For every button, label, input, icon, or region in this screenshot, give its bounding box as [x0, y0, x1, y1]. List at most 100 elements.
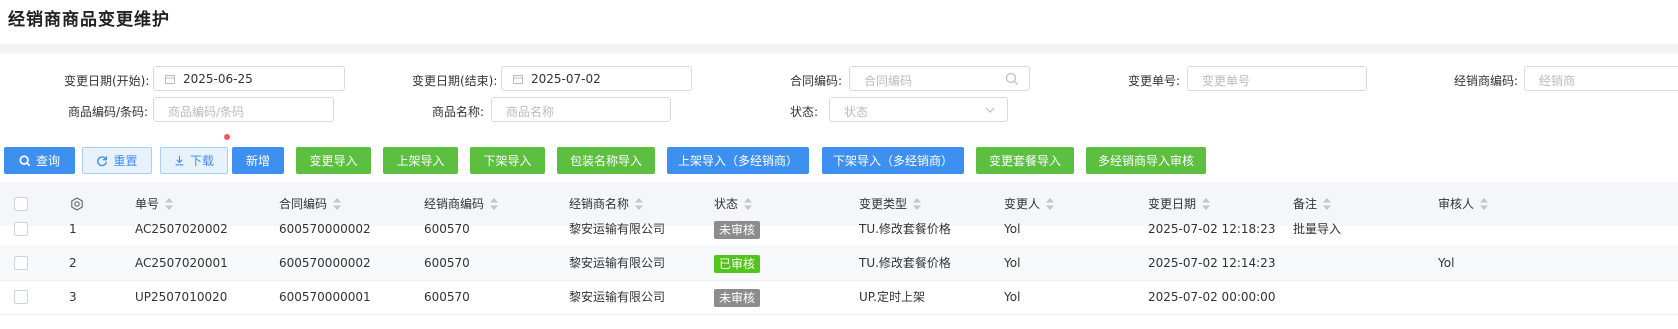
- status-select[interactable]: 状态: [829, 97, 1008, 122]
- contract-code-label: 合同编码:: [790, 74, 843, 88]
- status-placeholder: 状态: [844, 105, 869, 119]
- status-badge: 已审核: [714, 254, 761, 273]
- change-no-label: 变更单号:: [1128, 74, 1181, 88]
- status-label: 状态:: [790, 105, 819, 119]
- calendar-icon: [513, 75, 523, 84]
- settings-icon[interactable]: [70, 197, 84, 211]
- sort-icon[interactable]: [913, 197, 922, 210]
- search-icon[interactable]: [1005, 72, 1019, 86]
- change-no-input[interactable]: 变更单号: [1187, 66, 1367, 91]
- package-name-import-label: 包装名称导入: [569, 154, 642, 168]
- cell-dealer-code: 600570: [424, 222, 470, 236]
- sort-icon[interactable]: [490, 197, 499, 210]
- download-icon: [175, 155, 184, 166]
- product-code-input[interactable]: 商品编码/条码: [153, 97, 334, 122]
- change-import-button[interactable]: 变更导入: [296, 147, 371, 174]
- contract-code-placeholder: 合同编码: [864, 74, 913, 88]
- end-date-value: 2025-07-02: [531, 72, 601, 86]
- sort-icon[interactable]: [1046, 197, 1055, 210]
- query-label: 查询: [35, 154, 60, 168]
- cell-status: 未审核: [714, 211, 761, 247]
- start-date-input[interactable]: 2025-06-25: [153, 66, 345, 91]
- col-header-dealer-name-label: 经销商名称: [569, 197, 630, 211]
- col-header-remark-label: 备注: [1293, 197, 1318, 211]
- package-name-import-button[interactable]: 包装名称导入: [557, 147, 655, 174]
- shelf-on-import-button[interactable]: 上架导入: [383, 147, 458, 174]
- select-all-checkbox[interactable]: [14, 197, 28, 211]
- col-header-dealer-code-label: 经销商编码: [424, 197, 485, 211]
- cell-remark: 批量导入: [1293, 222, 1342, 236]
- dealer-code-input[interactable]: 经销商: [1524, 66, 1678, 91]
- cell-no: AC2507020001: [135, 256, 228, 270]
- cell-contract: 600570000001: [279, 290, 371, 304]
- end-date-input[interactable]: 2025-07-02: [501, 66, 692, 91]
- shelf-off-import-button[interactable]: 下架导入: [470, 147, 545, 174]
- table-row[interactable]: 3 UP2507010020 600570000001 600570 黎安运输有…: [0, 279, 1678, 315]
- refresh-icon: [97, 155, 108, 166]
- sort-icon[interactable]: [635, 197, 644, 210]
- contract-code-input[interactable]: 合同编码: [849, 66, 1030, 91]
- dealer-code-placeholder: 经销商: [1539, 74, 1576, 88]
- add-label: 新增: [245, 154, 270, 168]
- sort-icon[interactable]: [333, 197, 342, 210]
- cell-dealer-name: 黎安运输有限公司: [569, 290, 666, 304]
- change-package-import-button[interactable]: 变更套餐导入: [976, 147, 1074, 174]
- reset-button[interactable]: 重置: [82, 147, 152, 174]
- add-button[interactable]: 新增: [232, 147, 284, 174]
- col-header-change-date-label: 变更日期: [1148, 197, 1197, 211]
- cell-contract: 600570000002: [279, 222, 371, 236]
- shelf-off-multi-import-button[interactable]: 下架导入（多经销商）: [822, 147, 964, 174]
- cell-status: 已审核: [714, 245, 761, 281]
- sort-icon[interactable]: [744, 197, 753, 210]
- product-name-label: 商品名称:: [432, 105, 485, 119]
- cell-contract: 600570000002: [279, 256, 371, 270]
- col-header-reviewer-label: 审核人: [1438, 197, 1475, 211]
- change-import-label: 变更导入: [309, 154, 358, 168]
- cell-changer: Yol: [1004, 222, 1021, 236]
- calendar-icon: [165, 75, 175, 84]
- table-row[interactable]: 1 AC2507020002 600570000002 600570 黎安运输有…: [0, 211, 1678, 247]
- cell-change-type: TU.修改套餐价格: [859, 256, 951, 270]
- table-row[interactable]: 2 AC2507020001 600570000002 600570 黎安运输有…: [0, 245, 1678, 281]
- product-code-placeholder: 商品编码/条码: [168, 105, 245, 119]
- multi-dealer-import-review-button[interactable]: 多经销商导入审核: [1086, 147, 1206, 174]
- sort-icon[interactable]: [1480, 197, 1489, 210]
- divider-band: [0, 44, 1678, 53]
- row-checkbox[interactable]: [14, 290, 28, 304]
- status-badge: 未审核: [714, 288, 761, 307]
- cell-dealer-code: 600570: [424, 290, 470, 304]
- search-icon: [19, 154, 31, 166]
- col-header-no-label: 单号: [135, 197, 160, 211]
- status-badge: 未审核: [714, 220, 761, 239]
- reset-label: 重置: [113, 154, 138, 168]
- start-date-label: 变更日期(开始):: [64, 74, 150, 88]
- shelf-on-multi-import-button[interactable]: 上架导入（多经销商）: [667, 147, 809, 174]
- row-index: 3: [69, 290, 77, 304]
- sort-icon[interactable]: [1202, 197, 1211, 210]
- shelf-on-import-label: 上架导入: [396, 154, 445, 168]
- row-index: 2: [69, 256, 77, 270]
- row-checkbox[interactable]: [14, 222, 28, 236]
- col-header-status-label: 状态: [714, 197, 739, 211]
- dealer-code-label: 经销商编码:: [1454, 74, 1519, 88]
- shelf-off-import-label: 下架导入: [483, 154, 532, 168]
- cell-no: AC2507020002: [135, 222, 228, 236]
- product-name-input[interactable]: 商品名称: [491, 97, 671, 122]
- sort-icon[interactable]: [1323, 197, 1332, 210]
- download-button[interactable]: 下载: [160, 147, 228, 174]
- cell-reviewer: Yol: [1438, 256, 1455, 270]
- query-button[interactable]: 查询: [4, 147, 75, 174]
- cell-changer: Yol: [1004, 256, 1021, 270]
- cell-status: 未审核: [714, 279, 761, 315]
- product-code-label: 商品编码/条码:: [68, 105, 149, 119]
- shelf-off-multi-import-label: 下架导入（多经销商）: [832, 154, 953, 168]
- col-header-changer-label: 变更人: [1004, 197, 1041, 211]
- chevron-down-icon: [985, 107, 995, 113]
- change-package-import-label: 变更套餐导入: [988, 154, 1061, 168]
- sort-icon[interactable]: [165, 197, 174, 210]
- page-title: 经销商商品变更维护: [8, 10, 170, 30]
- cell-change-type: TU.修改套餐价格: [859, 222, 951, 236]
- row-checkbox[interactable]: [14, 256, 28, 270]
- change-no-placeholder: 变更单号: [1202, 74, 1251, 88]
- cell-change-date: 2025-07-02 00:00:00: [1148, 290, 1276, 304]
